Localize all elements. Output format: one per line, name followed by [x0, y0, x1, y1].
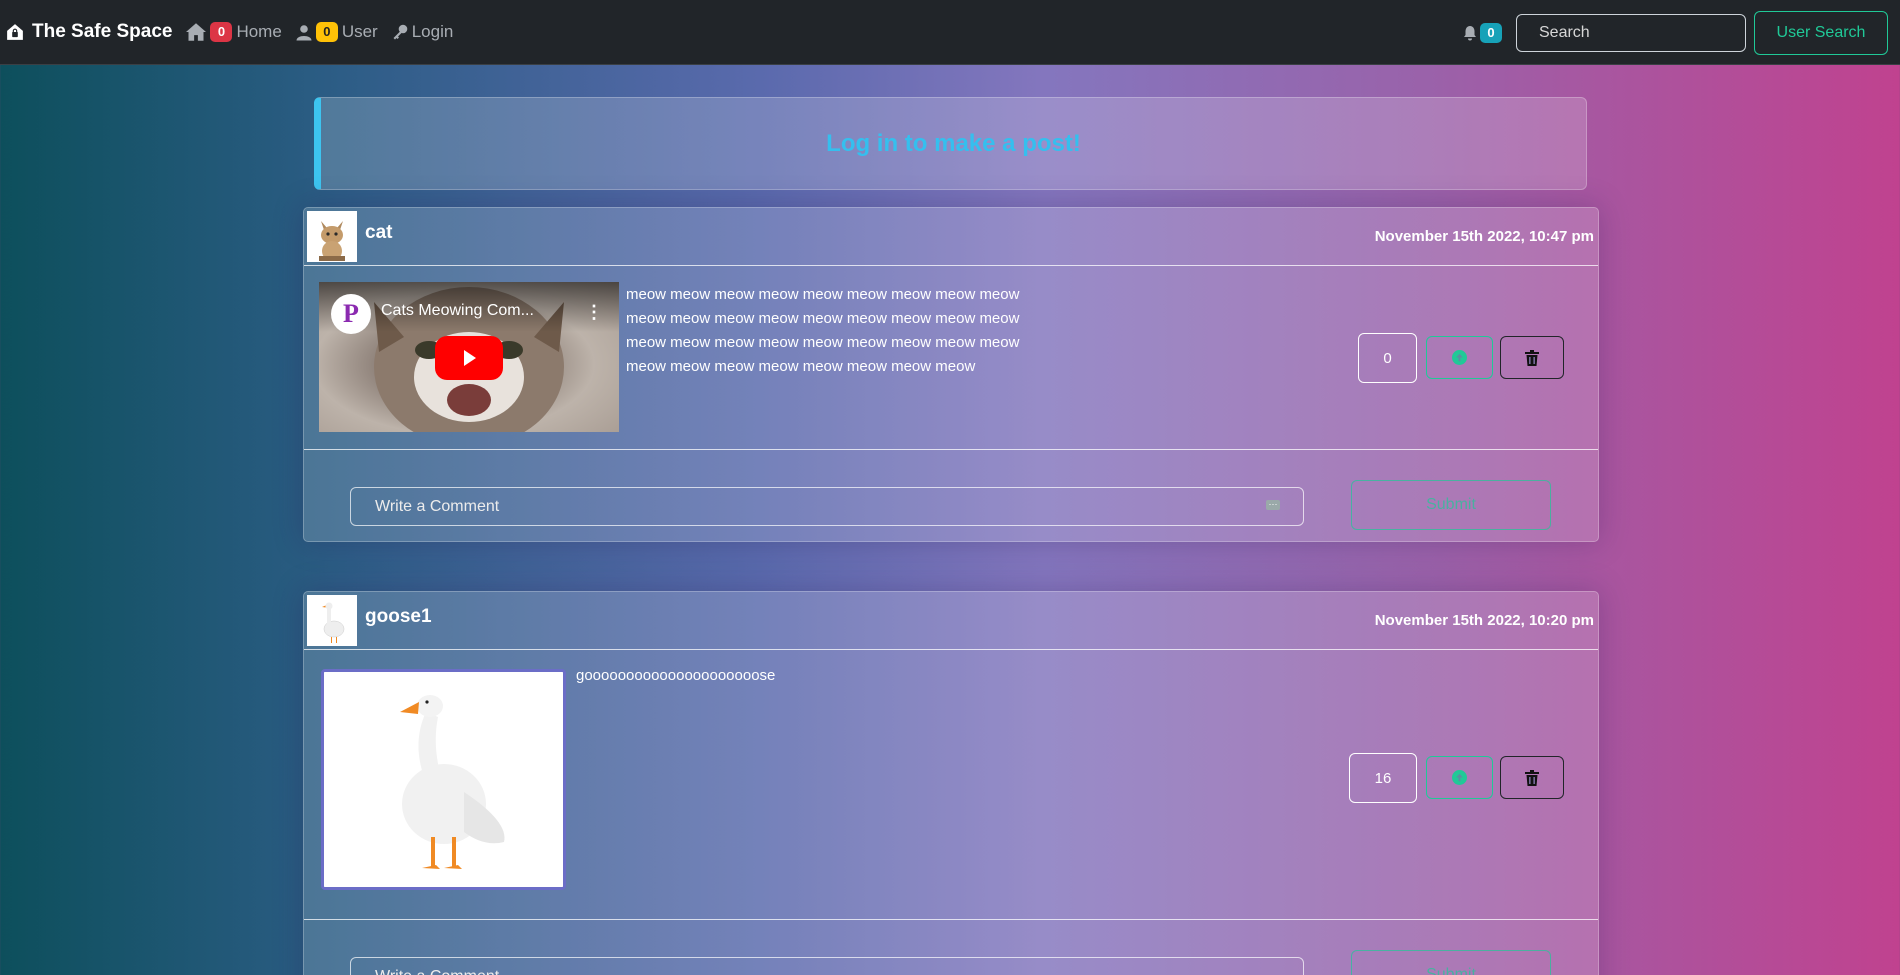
- upvote-button[interactable]: [1426, 756, 1493, 799]
- trash-icon: [1525, 349, 1539, 366]
- post-text: meow meow meow meow meow meow meow meow …: [626, 286, 1020, 375]
- post-image[interactable]: [321, 669, 566, 890]
- notifications-badge: 0: [1480, 22, 1502, 43]
- delete-button[interactable]: [1500, 336, 1564, 379]
- avatar[interactable]: [307, 211, 357, 262]
- notifications[interactable]: 0: [1462, 22, 1506, 43]
- login-alert: Log in to make a post!: [314, 97, 1587, 190]
- goose-image: [324, 672, 563, 887]
- nav-login[interactable]: Login: [392, 22, 454, 42]
- key-icon: [393, 24, 408, 40]
- video-title[interactable]: Cats Meowing Com...: [381, 302, 561, 320]
- post-header: cat November 15th 2022, 10:47 pm: [304, 208, 1598, 266]
- vote-count: 0: [1358, 333, 1417, 383]
- comment-input[interactable]: [350, 957, 1304, 975]
- post-text: gooooooooooooooooooooose: [576, 667, 776, 684]
- post-card: cat November 15th 2022, 10:47 pm P Cats …: [303, 207, 1599, 542]
- post-username[interactable]: goose1: [365, 606, 432, 628]
- trash-icon: [1525, 769, 1539, 786]
- home-icon: [186, 23, 207, 41]
- comment-form: Submit: [304, 920, 1598, 975]
- brand-title: The Safe Space: [32, 21, 173, 42]
- avatar[interactable]: [307, 595, 357, 646]
- comment-form: ··· Submit: [304, 450, 1598, 544]
- home-label: Home: [236, 22, 282, 41]
- upvote-button[interactable]: [1426, 336, 1493, 379]
- user-label: User: [341, 22, 378, 41]
- brand[interactable]: The Safe Space: [6, 21, 172, 43]
- more-options-icon[interactable]: ⋮: [585, 302, 603, 323]
- post-card: goose1 November 15th 2022, 10:20 pm gooo…: [303, 591, 1599, 975]
- cat-avatar-icon: [307, 211, 357, 262]
- login-label: Login: [411, 22, 454, 41]
- post-header: goose1 November 15th 2022, 10:20 pm: [304, 592, 1598, 650]
- nav-home[interactable]: 0 Home: [186, 22, 282, 42]
- submit-comment-button[interactable]: Submit: [1351, 480, 1551, 530]
- vote-count: 16: [1349, 753, 1417, 803]
- login-alert-text: Log in to make a post!: [826, 129, 1081, 157]
- submit-comment-button[interactable]: Submit: [1351, 950, 1551, 975]
- post-date: November 15th 2022, 10:20 pm: [1374, 612, 1594, 629]
- post-username[interactable]: cat: [365, 222, 392, 244]
- play-icon: [464, 350, 476, 366]
- comment-input[interactable]: [350, 487, 1304, 526]
- nav-user[interactable]: 0 User: [296, 22, 378, 42]
- post-body: gooooooooooooooooooooose 16: [304, 650, 1598, 920]
- play-button[interactable]: [435, 336, 503, 380]
- video-embed[interactable]: P Cats Meowing Com... ⋮: [319, 282, 619, 432]
- user-badge: 0: [315, 22, 338, 42]
- arrow-up-circle-icon: [1452, 350, 1467, 365]
- person-icon: [296, 24, 312, 40]
- goose-avatar-icon: [307, 595, 357, 646]
- home-badge: 0: [210, 22, 233, 42]
- password-manager-icon[interactable]: ···: [1266, 500, 1280, 510]
- post-date: November 15th 2022, 10:47 pm: [1374, 228, 1594, 245]
- user-search-button[interactable]: User Search: [1754, 10, 1888, 55]
- channel-avatar[interactable]: P: [331, 294, 371, 334]
- post-body: P Cats Meowing Com... ⋮ meow meow meow m…: [304, 266, 1598, 450]
- arrow-up-circle-icon: [1452, 770, 1467, 785]
- house-lock-icon: [7, 24, 23, 40]
- bell-icon: [1464, 26, 1476, 41]
- delete-button[interactable]: [1500, 756, 1564, 799]
- search-input[interactable]: [1516, 13, 1746, 52]
- top-navbar: The Safe Space 0 Home 0 User Login 0 Use…: [0, 0, 1900, 65]
